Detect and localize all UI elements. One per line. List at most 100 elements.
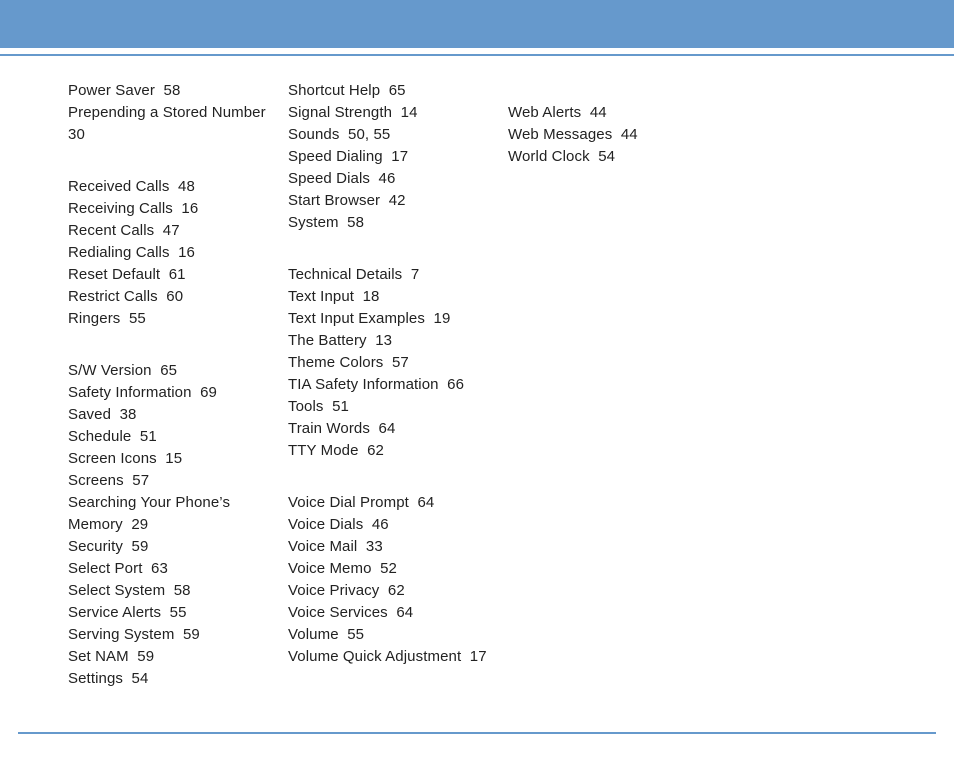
index-entry: TIA Safety Information 66 [288, 374, 498, 396]
index-pages: 18 [363, 288, 380, 305]
index-group: Web Alerts 44Web Messages 44World Clock … [508, 102, 718, 168]
index-pages: 29 [131, 516, 148, 533]
index-term: Select System [68, 582, 165, 599]
index-entry: Power Saver 58 [68, 80, 278, 102]
index-pages: 33 [366, 538, 383, 555]
index-pages: 55 [170, 604, 187, 621]
index-entry: Technical Details 7 [288, 264, 498, 286]
index-entry: System 58 [288, 212, 498, 234]
index-entry: Signal Strength 14 [288, 102, 498, 124]
index-term: Voice Privacy [288, 582, 379, 599]
index-term: Voice Dial Prompt [288, 494, 409, 511]
index-entry: Receiving Calls 16 [68, 198, 278, 220]
index-entry: TTY Mode 62 [288, 440, 498, 462]
index-pages: 14 [401, 104, 418, 121]
index-column: Power Saver 58 Prepending a Stored Number… [68, 80, 278, 720]
header-bar [0, 0, 954, 52]
index-term: Volume Quick Adjustment [288, 648, 461, 665]
index-term: Speed Dials [288, 170, 370, 187]
index-pages: 61 [169, 266, 186, 283]
index-pages: 51 [332, 398, 349, 415]
index-entry: The Battery 13 [288, 330, 498, 352]
index-entry: Text Input Examples 19 [288, 308, 498, 330]
index-entry: Service Alerts 55 [68, 602, 278, 624]
index-pages: 64 [396, 604, 413, 621]
index-entry: Restrict Calls 60 [68, 286, 278, 308]
index-entry: Voice Dial Prompt 64 [288, 492, 498, 514]
index-pages: 65 [160, 362, 177, 379]
index-column: Web Alerts 44Web Messages 44World Clock … [508, 80, 718, 720]
index-term: Serving System [68, 626, 174, 643]
index-term: The Battery [288, 332, 367, 349]
index-term: Voice Dials [288, 516, 363, 533]
index-pages: 62 [388, 582, 405, 599]
index-term: Safety Information [68, 384, 192, 401]
index-term: Shortcut Help [288, 82, 380, 99]
index-group: Shortcut Help 65Signal Strength 14Sounds… [288, 80, 498, 234]
index-entry: Recent Calls 47 [68, 220, 278, 242]
index-term: Ringers [68, 310, 120, 327]
index-term: Prepending a Stored Number [68, 104, 266, 121]
index-term: System [288, 214, 339, 231]
index-pages: 51 [140, 428, 157, 445]
index-pages: 42 [389, 192, 406, 209]
index-entry: Settings 54 [68, 668, 278, 690]
index-term: Text Input Examples [288, 310, 425, 327]
index-group: Received Calls 48Receiving Calls 16Recen… [68, 176, 278, 330]
index-pages: 66 [447, 376, 464, 393]
index-pages: 59 [137, 648, 154, 665]
index-pages: 16 [178, 244, 195, 261]
index-entry: Voice Mail 33 [288, 536, 498, 558]
index-term: Searching Your Phone’s Memory [68, 494, 234, 533]
index-pages: 13 [375, 332, 392, 349]
index-term: Schedule [68, 428, 131, 445]
index-entry: Voice Services 64 [288, 602, 498, 624]
index-term: Tools [288, 398, 324, 415]
index-group: Power Saver 58 Prepending a Stored Number… [68, 80, 278, 146]
index-term: Redialing Calls [68, 244, 170, 261]
index-pages: 63 [151, 560, 168, 577]
index-entry: Saved 38 [68, 404, 278, 426]
index-group: S/W Version 65Safety Information 69Saved… [68, 360, 278, 690]
index-entry: Volume 55 [288, 624, 498, 646]
index-pages: 62 [367, 442, 384, 459]
index-term: Theme Colors [288, 354, 383, 371]
index-entry: Safety Information 69 [68, 382, 278, 404]
index-pages: 59 [132, 538, 149, 555]
index-pages: 48 [178, 178, 195, 195]
index-pages: 46 [372, 516, 389, 533]
index-entry: Reset Default 61 [68, 264, 278, 286]
index-entry: Select System 58 [68, 580, 278, 602]
index-pages: 47 [163, 222, 180, 239]
index-term: Saved [68, 406, 111, 423]
index-pages: 17 [470, 648, 487, 665]
index-term: Speed Dialing [288, 148, 383, 165]
index-pages: 52 [380, 560, 397, 577]
index-term: Screens [68, 472, 124, 489]
index-pages: 46 [379, 170, 396, 187]
index-term: Receiving Calls [68, 200, 173, 217]
index-entry: Web Messages 44 [508, 124, 718, 146]
index-entry: Voice Privacy 62 [288, 580, 498, 602]
index-entry: Security 59 [68, 536, 278, 558]
index-term: Voice Memo [288, 560, 372, 577]
index-pages: 55 [347, 626, 364, 643]
index-entry: Serving System 59 [68, 624, 278, 646]
index-pages: 38 [120, 406, 137, 423]
index-entry: Received Calls 48 [68, 176, 278, 198]
index-term: Security [68, 538, 123, 555]
index-term: Service Alerts [68, 604, 161, 621]
index-entry: Voice Memo 52 [288, 558, 498, 580]
index-term: Voice Mail [288, 538, 357, 555]
index-pages: 64 [417, 494, 434, 511]
index-entry: Web Alerts 44 [508, 102, 718, 124]
index-pages: 17 [391, 148, 408, 165]
index-pages: 58 [164, 82, 181, 99]
index-entry: Voice Dials 46 [288, 514, 498, 536]
index-pages: 69 [200, 384, 217, 401]
index-term: Start Browser [288, 192, 380, 209]
index-entry: Text Input 18 [288, 286, 498, 308]
index-pages: 50, 55 [348, 126, 390, 143]
index-term: Settings [68, 670, 123, 687]
index-entry: Volume Quick Adjustment 17 [288, 646, 498, 668]
